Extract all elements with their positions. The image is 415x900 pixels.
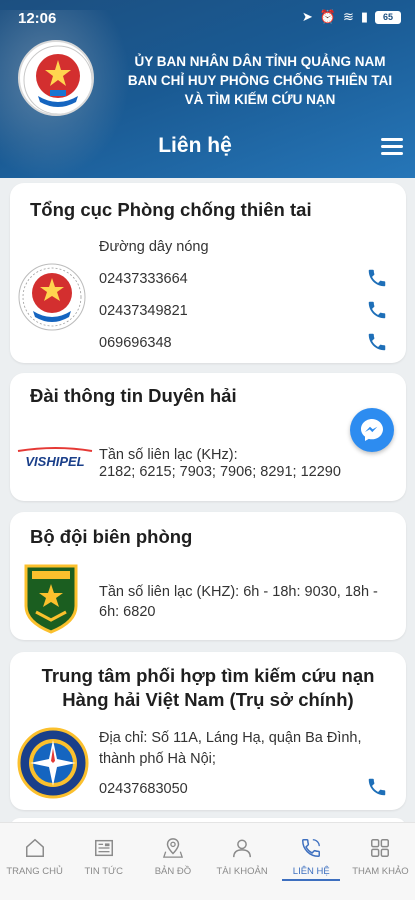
address-line-2: thành phố Hà Nội; (99, 751, 216, 767)
disaster-agency-logo (16, 261, 88, 333)
phone-call-icon[interactable] (366, 331, 388, 353)
location-icon: ➤ (301, 9, 313, 24)
nav-account[interactable]: TÀI KHOẢN (208, 823, 277, 900)
card-title: Tổng cục Phòng chống thiên tai (30, 199, 312, 220)
phone-number[interactable]: 069696348 (99, 333, 172, 353)
contact-card-disaster-prevention: Tổng cục Phòng chống thiên tai Đường dây… (10, 183, 406, 363)
nav-contact[interactable]: LIÊN HỆ (277, 823, 346, 900)
nav-map[interactable]: BẢN ĐỒ (138, 823, 207, 900)
phone-number[interactable]: 02437349821 (99, 301, 188, 321)
nav-label: TÀI KHOẢN (216, 866, 268, 877)
status-icons: ➤ ⏰ ≋ ▮ 65 (302, 9, 401, 25)
nav-label: THAM KHẢO (352, 866, 409, 877)
hamburger-menu-icon[interactable] (381, 138, 403, 156)
phone-icon (302, 839, 321, 857)
phone-call-icon[interactable] (366, 776, 388, 798)
nav-label: BẢN ĐỒ (154, 866, 192, 877)
frequency-values: 2182; 6215; 7903; 7906; 8291; 12290 (99, 464, 341, 480)
vishipel-logo-text: VISHIPEL (25, 454, 84, 469)
phone-call-icon[interactable] (366, 299, 388, 321)
header-line-3: VÀ TÌM KIẾM CỨU NẠN (184, 92, 336, 107)
status-time: 12:06 (18, 10, 57, 27)
phone-number[interactable]: 02437683050 (99, 779, 188, 799)
map-icon (162, 838, 183, 858)
province-emblem-logo (18, 40, 94, 116)
active-tab-indicator (282, 879, 341, 881)
user-icon (233, 839, 252, 858)
vishipel-logo: VISHIPEL (16, 445, 94, 473)
card-title: Bộ đội biên phòng (30, 526, 193, 547)
header-organization-name: ỦY BAN NHÂN DÂN TỈNH QUẢNG NAM BAN CHỈ H… (110, 52, 410, 109)
phone-call-icon[interactable] (366, 267, 388, 289)
signal-icon: ▮ (360, 9, 368, 24)
alarm-icon: ⏰ (319, 9, 336, 24)
app-header: 12:06 ➤ ⏰ ≋ ▮ 65 ỦY BAN NHÂN DÂN TỈNH QU… (0, 0, 415, 178)
border-guard-badge-logo (22, 562, 80, 634)
header-line-1: ỦY BAN NHÂN DÂN TỈNH QUẢNG NAM (134, 54, 386, 69)
hotline-label: Đường dây nóng (99, 239, 209, 255)
messenger-chat-button[interactable] (350, 408, 394, 452)
status-bar: 12:06 ➤ ⏰ ≋ ▮ 65 (0, 0, 415, 36)
contact-card-maritime-rescue: Trung tâm phối hợp tìm kiếm cứu nạn Hàng… (10, 652, 406, 810)
nav-label: LIÊN HỆ (292, 866, 330, 877)
wifi-icon: ≋ (342, 9, 354, 24)
card-title: Trung tâm phối hợp tìm kiếm cứu nạn Hàng… (10, 664, 406, 712)
nav-home[interactable]: TRANG CHỦ (0, 823, 69, 900)
contact-card-coastal-radio: Đài thông tin Duyên hải VISHIPEL Tần số … (10, 373, 406, 501)
nav-label: TIN TỨC (84, 866, 124, 877)
home-icon (25, 838, 44, 857)
phone-number[interactable]: 02437333664 (99, 269, 188, 289)
card-title-line-1: Trung tâm phối hợp tìm kiếm cứu nạn (41, 665, 375, 686)
nav-reference[interactable]: THAM KHẢO (346, 823, 415, 900)
header-line-2: BAN CHỈ HUY PHÒNG CHỐNG THIÊN TAI (127, 73, 393, 88)
messenger-icon (361, 419, 383, 441)
grid-icon (371, 839, 390, 857)
nav-news[interactable]: TIN TỨC (69, 823, 138, 900)
bottom-navigation: TRANG CHỦ TIN TỨC BẢN ĐỒ TÀI KHOẢN LIÊN … (0, 822, 415, 900)
page-title: Liên hệ (158, 134, 232, 157)
battery-icon: 65 (375, 10, 401, 24)
maritime-rescue-logo (16, 726, 90, 800)
news-icon (94, 839, 113, 857)
contact-card-border-guard: Bộ đội biên phòng Tần số liên lạc (KHZ):… (10, 512, 406, 640)
card-title-line-2: Hàng hải Việt Nam (Trụ sở chính) (62, 689, 354, 710)
card-title: Đài thông tin Duyên hải (30, 385, 237, 406)
address-line-1: Địa chỉ: Số 11A, Láng Hạ, quận Ba Đình, (99, 730, 362, 746)
nav-label: TRANG CHỦ (6, 866, 63, 877)
frequency-schedule: Tần số liên lạc (KHZ): 6h - 18h: 9030, 1… (99, 584, 378, 620)
